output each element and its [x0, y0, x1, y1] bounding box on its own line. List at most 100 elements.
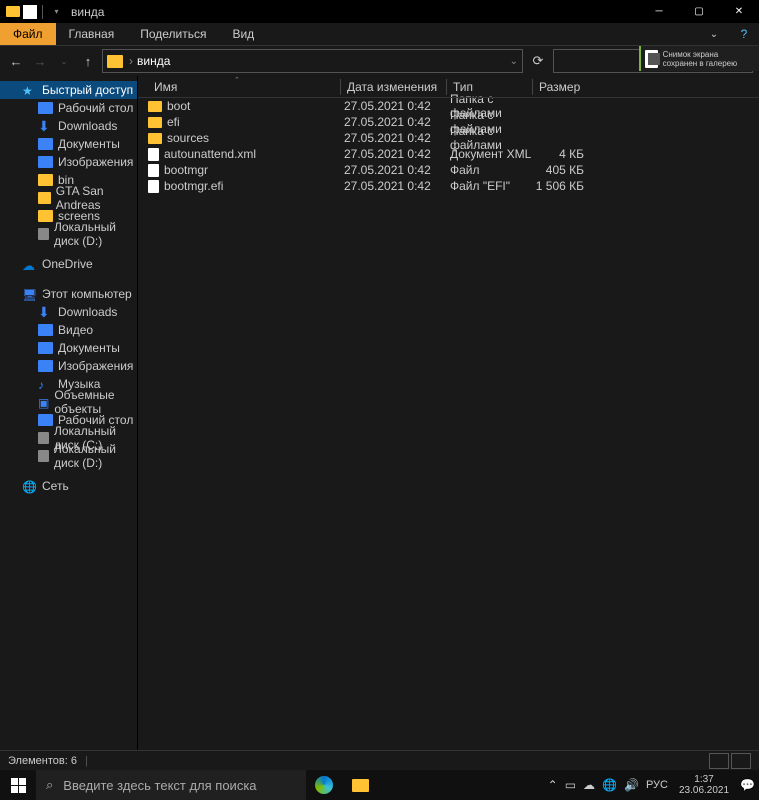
file-date: 27.05.2021 0:42 — [340, 179, 446, 193]
video-icon — [38, 324, 53, 336]
tray-network-icon[interactable]: 🌐 — [602, 778, 617, 792]
nav-pc-3d[interactable]: ▣Объемные объекты — [0, 393, 137, 411]
document-icon — [38, 342, 53, 354]
minimize-button[interactable]: ─ — [639, 0, 679, 23]
file-icon — [148, 164, 159, 177]
taskbar-search[interactable]: ⌕ Введите здесь текст для поиска — [36, 770, 306, 800]
nav-label: Документы — [58, 341, 120, 355]
nav-label: Изображения — [58, 155, 133, 169]
file-list: ⌃ Имя Дата изменения Тип Размер boot27.0… — [138, 76, 759, 750]
view-details-button[interactable] — [709, 753, 729, 769]
view-icons-button[interactable] — [731, 753, 751, 769]
nav-documents[interactable]: Документы — [0, 135, 137, 153]
file-type: Документ XML — [446, 147, 532, 161]
column-size[interactable]: Размер — [532, 79, 592, 95]
file-type: Файл "EFI" — [446, 179, 532, 193]
column-type[interactable]: Тип — [446, 79, 532, 95]
tray-overflow-icon[interactable]: ⌃ — [548, 778, 558, 792]
nav-gta[interactable]: GTA San Andreas — [0, 189, 137, 207]
file-row[interactable]: sources27.05.2021 0:42Папка с файлами — [138, 130, 759, 146]
search-icon: ⌕ — [46, 777, 53, 793]
desktop-icon — [38, 102, 53, 114]
file-size: 405 КБ — [532, 163, 588, 177]
download-icon: ⬇ — [38, 306, 53, 318]
quick-access-icon[interactable] — [23, 5, 37, 19]
nav-label: Изображения — [58, 359, 133, 373]
sort-indicator-icon: ⌃ — [234, 76, 240, 84]
tray-volume-icon[interactable]: 🔊 — [624, 778, 639, 792]
start-button[interactable] — [0, 770, 36, 800]
folder-icon — [148, 117, 162, 128]
taskbar-explorer[interactable] — [342, 770, 378, 800]
help-icon[interactable]: ? — [729, 27, 759, 41]
navigation-pane: ★ Быстрый доступ Рабочий стол ⬇Downloads… — [0, 76, 138, 750]
folder-icon — [38, 210, 53, 222]
folder-icon — [38, 192, 51, 204]
file-name: sources — [167, 131, 209, 145]
nav-onedrive[interactable]: ☁OneDrive — [0, 255, 137, 273]
folder-icon — [107, 55, 123, 68]
ribbon: Файл Главная Поделиться Вид ⌄ ? — [0, 23, 759, 46]
tab-view[interactable]: Вид — [219, 23, 267, 45]
ribbon-expand-icon[interactable]: ⌄ — [699, 29, 729, 40]
file-row[interactable]: autounattend.xml27.05.2021 0:42Документ … — [138, 146, 759, 162]
tray-notifications-icon[interactable]: 💬 — [740, 778, 755, 792]
column-name[interactable]: Имя — [148, 79, 340, 95]
network-icon: 🌐 — [22, 480, 37, 492]
dropdown-icon[interactable]: ▾ — [48, 3, 65, 20]
file-name: autounattend.xml — [164, 147, 256, 161]
tab-home[interactable]: Главная — [56, 23, 128, 45]
clock-date: 23.06.2021 — [679, 785, 729, 796]
nav-label: Рабочий стол — [58, 101, 133, 115]
nav-quick-access[interactable]: ★ Быстрый доступ — [0, 81, 137, 99]
windows-icon — [11, 778, 26, 793]
screenshot-icon — [645, 50, 658, 68]
tray-clock[interactable]: 1:37 23.06.2021 — [675, 774, 733, 796]
close-button[interactable]: ✕ — [719, 0, 759, 23]
column-date[interactable]: Дата изменения — [340, 79, 446, 95]
tray-onedrive-icon[interactable]: ☁ — [583, 778, 595, 792]
image-icon — [38, 360, 53, 372]
tray-language[interactable]: РУС — [646, 779, 668, 791]
desktop-icon — [38, 414, 53, 426]
tray-meet-icon[interactable]: ▭ — [565, 778, 576, 792]
address-bar[interactable]: › винда ⌄ — [102, 49, 523, 73]
tab-share[interactable]: Поделиться — [127, 23, 219, 45]
nav-pc-downloads[interactable]: ⬇Downloads — [0, 303, 137, 321]
recent-dropdown[interactable]: ⌄ — [54, 51, 74, 71]
status-bar: Элементов: 6 | — [0, 750, 759, 770]
image-icon — [38, 156, 53, 168]
nav-label: Сеть — [42, 479, 69, 493]
nav-label: Видео — [58, 323, 93, 337]
folder-icon — [148, 101, 162, 112]
file-name: bootmgr — [164, 163, 208, 177]
back-button[interactable]: ← — [6, 51, 26, 71]
nav-thispc[interactable]: 🖥Этот компьютер — [0, 285, 137, 303]
column-headers: ⌃ Имя Дата изменения Тип Размер — [138, 76, 759, 98]
nav-drive-d[interactable]: Локальный диск (D:) — [0, 225, 137, 243]
maximize-button[interactable]: ▢ — [679, 0, 719, 23]
up-button[interactable]: ↑ — [78, 51, 98, 71]
tab-file[interactable]: Файл — [0, 23, 56, 45]
nav-images[interactable]: Изображения — [0, 153, 137, 171]
address-separator: › — [129, 54, 133, 68]
file-date: 27.05.2021 0:42 — [340, 99, 446, 113]
file-date: 27.05.2021 0:42 — [340, 163, 446, 177]
nav-pc-video[interactable]: Видео — [0, 321, 137, 339]
file-row[interactable]: bootmgr 27.05.2021 0:42Файл405 КБ — [138, 162, 759, 178]
nav-pc-images[interactable]: Изображения — [0, 357, 137, 375]
nav-downloads[interactable]: ⬇Downloads — [0, 117, 137, 135]
file-type: Файл — [446, 163, 532, 177]
screenshot-toast[interactable]: Снимок экрана сохранен в галерею — [639, 46, 759, 71]
nav-pc-documents[interactable]: Документы — [0, 339, 137, 357]
nav-pc-drive-d[interactable]: Локальный диск (D:) — [0, 447, 137, 465]
nav-network[interactable]: 🌐 Сеть — [0, 477, 137, 495]
file-name: bootmgr.efi — [164, 179, 223, 193]
forward-button[interactable]: → — [30, 51, 50, 71]
nav-desktop[interactable]: Рабочий стол — [0, 99, 137, 117]
taskbar-edge[interactable] — [306, 770, 342, 800]
nav-label: Локальный диск (D:) — [54, 220, 137, 248]
refresh-button[interactable]: ⟳ — [527, 49, 549, 73]
chevron-down-icon[interactable]: ⌄ — [510, 56, 518, 67]
file-row[interactable]: bootmgr.efi27.05.2021 0:42Файл "EFI"1 50… — [138, 178, 759, 194]
